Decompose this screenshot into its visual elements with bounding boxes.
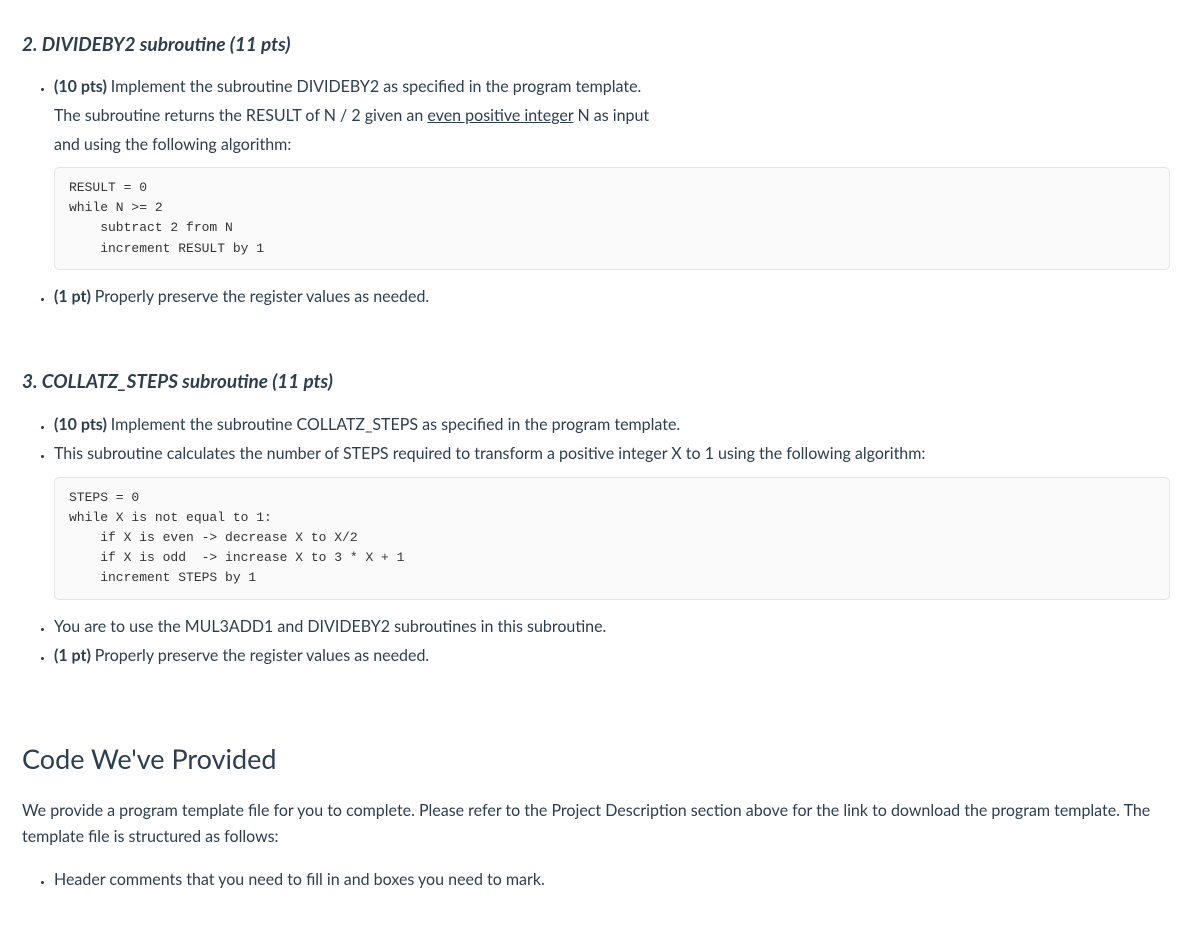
section3-item1-text: Implement the subroutine COLLATZ_STEPS a… <box>111 415 680 434</box>
section2-item1: (10 pts) Implement the subroutine DIVIDE… <box>54 74 1170 269</box>
section2-item1-underline: even positive integer <box>427 106 573 125</box>
section2-item2-pts: (1 pt) <box>54 287 95 306</box>
section3-item4: (1 pt) Properly preserve the register va… <box>54 643 1170 669</box>
section2-list: (10 pts) Implement the subroutine DIVIDE… <box>22 74 1170 309</box>
section3-item1-pts: (10 pts) <box>54 415 111 434</box>
section2-item2: (1 pt) Properly preserve the register va… <box>54 284 1170 310</box>
section3-code: STEPS = 0 while X is not equal to 1: if … <box>54 477 1170 600</box>
section3-item2: This subroutine calculates the number of… <box>54 441 1170 599</box>
section2-item1-pts: (10 pts) <box>54 77 111 96</box>
provided-list: Header comments that you need to fill in… <box>22 867 1170 893</box>
section3-item2-text: This subroutine calculates the number of… <box>54 444 925 463</box>
section3-heading: 3. COLLATZ_STEPS subroutine (11 pts) <box>22 367 1170 397</box>
section2-item1-line2: The subroutine returns the RESULT of N /… <box>54 103 1170 129</box>
section3-item3: You are to use the MUL3ADD1 and DIVIDEBY… <box>54 614 1170 640</box>
section2-code: RESULT = 0 while N >= 2 subtract 2 from … <box>54 167 1170 270</box>
section2-item1-text: Implement the subroutine DIVIDEBY2 as sp… <box>111 77 642 96</box>
provided-bullet1: Header comments that you need to fill in… <box>54 867 1170 893</box>
section2-item1-line2a: The subroutine returns the RESULT of N /… <box>54 106 427 125</box>
section2-item1-line3: and using the following algorithm: <box>54 132 1170 158</box>
section2-item2-text: Properly preserve the register values as… <box>95 287 429 306</box>
section3-list: (10 pts) Implement the subroutine COLLAT… <box>22 412 1170 669</box>
provided-heading: Code We've Provided <box>22 737 1170 780</box>
provided-para: We provide a program template file for y… <box>22 798 1170 849</box>
section2-item1-line1: (10 pts) Implement the subroutine DIVIDE… <box>54 74 1170 100</box>
section3-item4-text: Properly preserve the register values as… <box>95 646 429 665</box>
section2-heading: 2. DIVIDEBY2 subroutine (11 pts) <box>22 30 1170 60</box>
section3-item1: (10 pts) Implement the subroutine COLLAT… <box>54 412 1170 438</box>
section3-item4-pts: (1 pt) <box>54 646 95 665</box>
section2-item1-line2b: N as input <box>573 106 649 125</box>
